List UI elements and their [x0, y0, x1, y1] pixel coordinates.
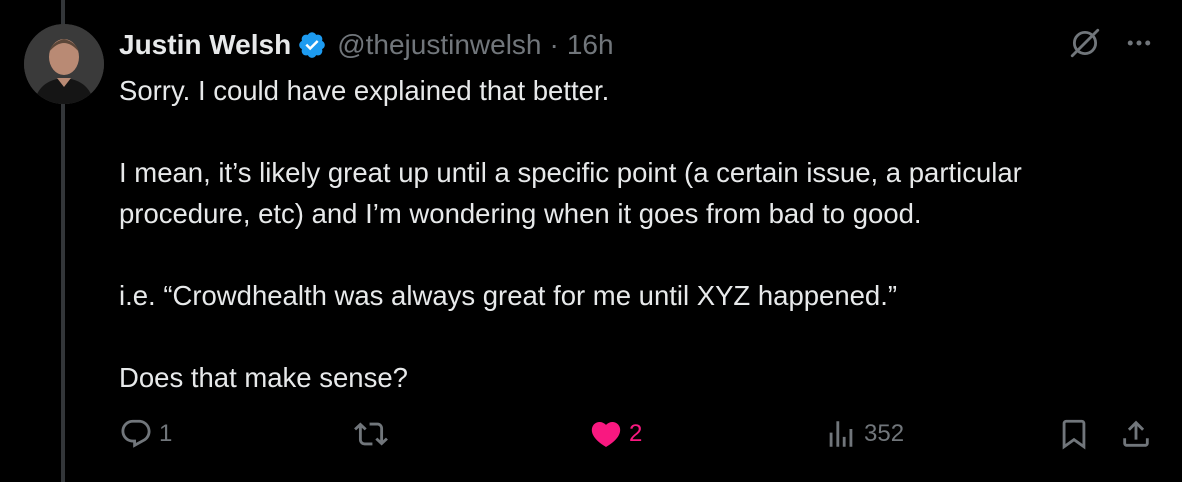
views-button[interactable]: 352 — [824, 412, 904, 456]
verified-badge-icon — [297, 30, 327, 60]
tweet-text: Sorry. I could have explained that bette… — [119, 70, 1159, 398]
bookmark-icon — [1057, 417, 1091, 451]
heart-icon — [589, 417, 623, 451]
like-count: 2 — [629, 420, 643, 447]
repost-icon — [354, 417, 388, 451]
timestamp[interactable]: 16h — [567, 29, 614, 61]
like-button[interactable]: 2 — [589, 412, 642, 456]
reply-button[interactable]: 1 — [119, 412, 172, 456]
separator-dot: · — [549, 29, 559, 60]
bookmark-button[interactable] — [1057, 412, 1091, 456]
avatar-image — [24, 24, 104, 104]
tweet-header: Justin Welsh @thejustinwelsh · 16h — [119, 26, 614, 64]
grok-icon[interactable] — [1068, 26, 1102, 60]
tweet-paragraph: i.e. “Crowdhealth was always great for m… — [119, 280, 898, 311]
top-right-icons — [1068, 26, 1154, 60]
action-bar: 1 2 352 — [119, 412, 1159, 456]
tweet-paragraph: I mean, it’s likely great up until a spe… — [119, 157, 1022, 229]
share-button[interactable] — [1119, 412, 1153, 456]
author-name[interactable]: Justin Welsh — [119, 29, 291, 61]
tweet-paragraph: Does that make sense? — [119, 362, 408, 393]
more-icon[interactable] — [1124, 28, 1154, 58]
reply-count: 1 — [159, 420, 173, 447]
avatar[interactable] — [24, 24, 104, 104]
tweet-paragraph: Sorry. I could have explained that bette… — [119, 75, 610, 106]
views-icon — [824, 417, 858, 451]
share-icon — [1119, 417, 1153, 451]
author-handle[interactable]: @thejustinwelsh — [337, 29, 541, 61]
reply-icon — [119, 417, 153, 451]
repost-button[interactable] — [354, 412, 394, 456]
views-count: 352 — [864, 420, 905, 447]
